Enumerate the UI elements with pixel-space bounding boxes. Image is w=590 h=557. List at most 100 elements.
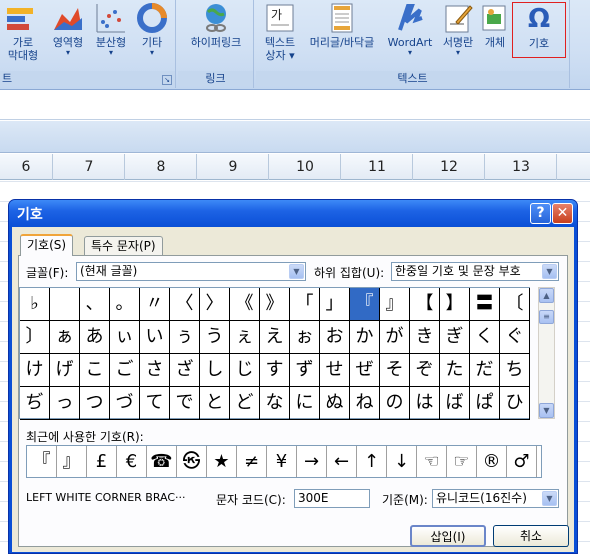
symbol-cell[interactable]: て	[140, 387, 170, 420]
symbol-cell[interactable]: せ	[320, 354, 350, 387]
symbol-cell[interactable]: き	[410, 321, 440, 354]
symbol-cell[interactable]: ざ	[170, 354, 200, 387]
symbol-cell[interactable]: じ	[230, 354, 260, 387]
column-header-9[interactable]: 9	[198, 154, 269, 180]
symbol-cell[interactable]: 》	[260, 288, 290, 321]
symbol-cell[interactable]: 〉	[200, 288, 230, 321]
tab-special-characters[interactable]: 특수 문자(P)	[84, 236, 163, 256]
symbol-cell[interactable]: ぐ	[500, 321, 530, 354]
symbol-cell[interactable]: ぁ	[50, 321, 80, 354]
symbol-cell[interactable]: ず	[290, 354, 320, 387]
symbol-cell[interactable]: 《	[230, 288, 260, 321]
object-button[interactable]: 개체	[478, 2, 512, 49]
symbol-cell[interactable]: い	[140, 321, 170, 354]
symbol-cell[interactable]: ぢ	[20, 387, 50, 420]
recent-symbol-cell[interactable]: ≠	[237, 446, 267, 477]
symbol-cell[interactable]: ♭	[20, 288, 50, 321]
dialog-titlebar[interactable]: 기호 ? ✕	[9, 200, 577, 227]
recent-symbol-cell[interactable]: ♂	[507, 446, 537, 477]
chevron-down-icon[interactable]: ▼	[289, 264, 304, 279]
symbol-cell[interactable]: な	[260, 387, 290, 420]
textbox-button[interactable]: 가 텍스트 상자 ▾	[258, 2, 302, 62]
symbol-cell[interactable]: ね	[350, 387, 380, 420]
font-select[interactable]: (현재 글꼴) ▼	[76, 262, 306, 281]
symbol-cell[interactable]: 〃	[140, 288, 170, 321]
bar-chart-button[interactable]: 가로 막대형	[0, 2, 46, 62]
symbol-cell[interactable]: 〈	[170, 288, 200, 321]
symbol-cell[interactable]: づ	[110, 387, 140, 420]
symbol-cell[interactable]: ば	[440, 387, 470, 420]
cancel-button[interactable]: 취소	[493, 525, 569, 547]
symbol-cell[interactable]: く	[470, 321, 500, 354]
symbol-cell[interactable]: ち	[500, 354, 530, 387]
symbol-cell[interactable]: 。	[110, 288, 140, 321]
recent-symbol-cell[interactable]: ☎	[147, 446, 177, 477]
column-header-12[interactable]: 12	[414, 154, 485, 180]
recent-symbol-cell[interactable]: €	[117, 446, 147, 477]
symbol-cell[interactable]: 「	[290, 288, 320, 321]
symbol-cell[interactable]: ご	[110, 354, 140, 387]
symbol-cell[interactable]: 『	[350, 288, 380, 321]
symbol-cell[interactable]: た	[440, 354, 470, 387]
recent-symbol-cell[interactable]: ★	[207, 446, 237, 477]
symbol-cell[interactable]: ぎ	[440, 321, 470, 354]
dialog-launcher-icon[interactable]: ↘	[162, 75, 172, 85]
column-header-6[interactable]: 6	[0, 154, 53, 180]
tab-symbols[interactable]: 기호(S)	[20, 234, 74, 256]
symbol-cell[interactable]: 』	[380, 288, 410, 321]
symbol-cell[interactable]: す	[260, 354, 290, 387]
symbol-cell[interactable]: し	[200, 354, 230, 387]
symbol-cell[interactable]: ぬ	[320, 387, 350, 420]
symbol-cell[interactable]: え	[260, 321, 290, 354]
symbol-cell[interactable]: 」	[320, 288, 350, 321]
symbol-cell[interactable]: に	[290, 387, 320, 420]
insert-button[interactable]: 삽입(I)	[410, 525, 486, 547]
symbol-cell[interactable]: で	[170, 387, 200, 420]
symbol-cell[interactable]: ぞ	[410, 354, 440, 387]
recent-symbol-cell[interactable]: ¥	[267, 446, 297, 477]
symbol-cell[interactable]: さ	[140, 354, 170, 387]
column-header-8[interactable]: 8	[126, 154, 197, 180]
symbol-cell[interactable]: ぃ	[110, 321, 140, 354]
symbol-cell[interactable]: ぱ	[470, 387, 500, 420]
symbol-cell[interactable]: 〔	[500, 288, 530, 321]
symbol-cell[interactable]: 【	[410, 288, 440, 321]
close-button[interactable]: ✕	[552, 203, 573, 224]
help-button[interactable]: ?	[530, 203, 551, 224]
wordart-button[interactable]: WordArt ▾	[382, 2, 438, 57]
recent-symbol-cell[interactable]: 『	[27, 446, 57, 477]
symbol-cell[interactable]: が	[380, 321, 410, 354]
symbol-cell[interactable]: ぅ	[170, 321, 200, 354]
symbol-cell[interactable]: ぇ	[230, 321, 260, 354]
symbol-cell[interactable]	[50, 288, 80, 321]
recent-symbol-cell[interactable]: ㉿	[177, 446, 207, 477]
symbol-cell[interactable]: は	[410, 387, 440, 420]
character-code-input[interactable]: 300E	[294, 489, 370, 508]
recent-symbol-cell[interactable]: ↓	[387, 446, 417, 477]
scroll-down-icon[interactable]: ▼	[539, 403, 554, 418]
symbol-cell[interactable]: と	[200, 387, 230, 420]
symbol-cell[interactable]: か	[350, 321, 380, 354]
symbol-cell[interactable]: お	[320, 321, 350, 354]
symbol-cell[interactable]: 〕	[20, 321, 50, 354]
signature-button[interactable]: 서명란 ▾	[438, 2, 478, 57]
symbol-cell[interactable]: ど	[230, 387, 260, 420]
symbol-cell[interactable]: 〓	[470, 288, 500, 321]
column-header-11[interactable]: 11	[342, 154, 413, 180]
recent-symbol-cell[interactable]: £	[87, 446, 117, 477]
area-chart-button[interactable]: 영역형 ▾	[48, 2, 88, 57]
recent-symbol-cell[interactable]: →	[297, 446, 327, 477]
symbol-cell[interactable]: ぉ	[290, 321, 320, 354]
chevron-down-icon[interactable]: ▼	[542, 264, 557, 279]
symbol-cell[interactable]: う	[200, 321, 230, 354]
symbol-cell[interactable]: ぜ	[350, 354, 380, 387]
recent-symbol-cell[interactable]: ↑	[357, 446, 387, 477]
scroll-thumb[interactable]: ≡	[539, 310, 554, 324]
hyperlink-button[interactable]: 하이퍼링크	[180, 2, 252, 49]
recent-symbol-cell[interactable]: ☞	[447, 446, 477, 477]
symbol-cell[interactable]: の	[380, 387, 410, 420]
symbol-cell[interactable]: だ	[470, 354, 500, 387]
column-header-7[interactable]: 7	[54, 154, 125, 180]
recent-symbol-cell[interactable]: ☜	[417, 446, 447, 477]
symbol-cell[interactable]: げ	[50, 354, 80, 387]
